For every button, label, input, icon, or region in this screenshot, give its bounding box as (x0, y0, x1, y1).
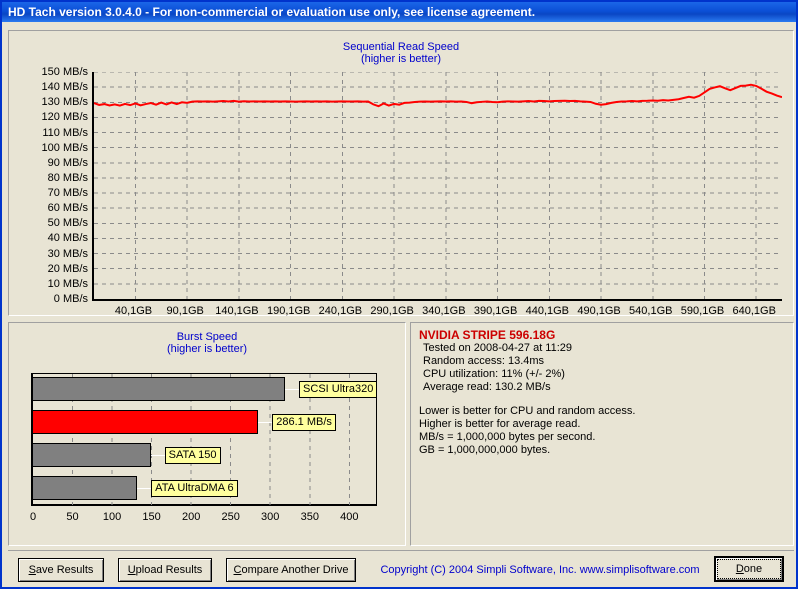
sequential-x-tick: 440,1GB (525, 305, 570, 317)
upload-accel: U (127, 564, 136, 576)
sequential-x-tick: 390,1GB (473, 305, 518, 317)
burst-x-tick: 250 (221, 511, 240, 523)
done-accel: D (735, 563, 744, 575)
save-results-button[interactable]: Save Results (18, 558, 104, 582)
sequential-y-tick: 150 MB/s (41, 66, 88, 78)
burst-speed-panel: Burst Speed (higher is better) SCSI Ultr… (8, 322, 406, 546)
burst-title-line1: Burst Speed (176, 331, 238, 343)
burst-callout-leader (285, 389, 300, 391)
sequential-read-panel: Sequential Read Speed (higher is better)… (8, 30, 794, 319)
sequential-x-tick: 140,1GB (215, 305, 259, 317)
sequential-x-tick: 40,1GB (114, 305, 153, 317)
burst-callout-label: ATA UltraDMA 6 (151, 479, 238, 497)
sequential-title-line1: Sequential Read Speed (342, 41, 460, 53)
burst-bar-reference (32, 475, 138, 500)
random-access-line: Random access: 13.4ms (423, 355, 545, 367)
sequential-y-tick: 0 MB/s (53, 293, 88, 305)
burst-x-axis-labels: 0 50 100 150 200 250 300 350 400 (29, 509, 391, 525)
window-title: HD Tach version 3.0.4.0 - For non-commer… (8, 5, 536, 19)
copyright-text: Copyright (C) 2004 Simpli Software, Inc.… (380, 564, 700, 576)
sequential-x-tick: 290,1GB (370, 305, 414, 317)
tested-on-line: Tested on 2008-04-27 at 11:29 (423, 342, 573, 354)
done-focus-ring: Done (717, 559, 781, 579)
sequential-x-tick: 240,1GB (318, 305, 363, 317)
title-bar: HD Tach version 3.0.4.0 - For non-commer… (2, 2, 796, 22)
sequential-x-tick: 640,1GB (732, 305, 776, 317)
sequential-y-tick: 140 MB/s (41, 81, 88, 94)
burst-chart-title: Burst Speed (higher is better) (9, 331, 405, 355)
sequential-y-axis-labels: 0 MB/s 10 MB/s 20 MB/s 30 MB/s 40 MB/s 50 MB/… (9, 67, 88, 307)
burst-callout-label: SCSI Ultra320 (299, 381, 378, 399)
burst-x-tick: 100 (102, 511, 122, 523)
sequential-read-line-graph (93, 71, 783, 299)
burst-bar-current-drive (32, 410, 259, 435)
upload-results-button[interactable]: Upload Results (118, 558, 212, 582)
bottom-divider (8, 550, 794, 551)
sequential-read-plot (92, 71, 783, 301)
sequential-y-tick: 10 MB/s (47, 277, 88, 290)
drive-info-content: NVIDIA STRIPE 596.18G Tested on 2008-04-… (415, 326, 789, 542)
sequential-y-tick: 70 MB/s (47, 187, 88, 200)
sequential-x-tick: 190,1GB (266, 305, 311, 317)
sequential-y-tick: 90 MB/s (47, 156, 88, 169)
sequential-x-axis-labels: 40,1GB 90,1GB 140,1GB 190,1GB 240,1GB 290,1GB… (92, 303, 792, 319)
sequential-y-tick: 100 MB/s (41, 141, 88, 154)
average-read-line: Average read: 130.2 MB/s (423, 381, 551, 393)
sequential-y-tick: 20 MB/s (47, 262, 88, 275)
note-lower-better: Lower is better for CPU and random acces… (419, 405, 636, 417)
drive-name: NVIDIA STRIPE 596.18G (419, 328, 556, 342)
upload-label: pload Results (135, 564, 203, 576)
note-mbs-definition: MB/s = 1,000,000 bytes per second. (419, 431, 596, 443)
sequential-y-tick: 50 MB/s (47, 217, 88, 230)
sequential-title-line2: (higher is better) (360, 53, 442, 65)
burst-x-tick: 0 (29, 511, 37, 523)
save-label: ave Results (35, 564, 94, 576)
sequential-chart-title: Sequential Read Speed (higher is better) (9, 41, 793, 65)
compare-another-drive-button[interactable]: Compare Another Drive (226, 558, 356, 582)
sequential-x-tick: 590,1GB (680, 305, 725, 317)
sequential-y-tick: 60 MB/s (47, 202, 88, 215)
burst-callout-leader (137, 487, 152, 489)
burst-x-tick: 50 (66, 511, 79, 523)
burst-callout-label: SATA 150 (164, 446, 221, 464)
sequential-y-tick: 40 MB/s (47, 232, 88, 245)
note-gb-definition: GB = 1,000,000,000 bytes. (419, 444, 551, 456)
sequential-x-tick: 340,1GB (422, 305, 466, 317)
burst-bar-reference (32, 442, 151, 467)
burst-callout-label: 286.1 MB/s (272, 414, 336, 432)
sequential-y-tick: 30 MB/s (47, 247, 88, 260)
note-higher-better: Higher is better for average read. (419, 418, 581, 430)
sequential-x-tick: 90,1GB (166, 305, 204, 317)
save-accel: S (28, 564, 36, 576)
sequential-x-tick: 490,1GB (577, 305, 621, 317)
hd-tach-window: HD Tach version 3.0.4.0 - For non-commer… (0, 0, 798, 589)
done-label: one (743, 563, 763, 575)
sequential-y-tick: 120 MB/s (41, 111, 88, 124)
sequential-x-tick: 540,1GB (629, 305, 673, 317)
sequential-y-tick: 80 MB/s (47, 171, 88, 184)
burst-callout-leader (150, 454, 165, 456)
drive-info-panel: NVIDIA STRIPE 596.18G Tested on 2008-04-… (410, 322, 794, 546)
burst-x-tick: 400 (340, 511, 359, 523)
burst-callout-leader (258, 422, 273, 424)
burst-x-tick: 300 (261, 511, 280, 523)
sequential-y-tick: 130 MB/s (41, 96, 88, 109)
compare-label: ompare Another Drive (241, 564, 349, 576)
sequential-y-tick: 110 MB/s (42, 126, 88, 139)
cpu-utilization-line: CPU utilization: 11% (+/- 2%) (423, 368, 565, 380)
burst-bar-reference (32, 377, 286, 402)
burst-title-line2: (higher is better) (166, 343, 248, 355)
burst-x-tick: 200 (181, 511, 201, 523)
done-button[interactable]: Done (714, 556, 784, 582)
burst-x-tick: 350 (300, 511, 319, 523)
burst-x-tick: 150 (142, 511, 161, 523)
